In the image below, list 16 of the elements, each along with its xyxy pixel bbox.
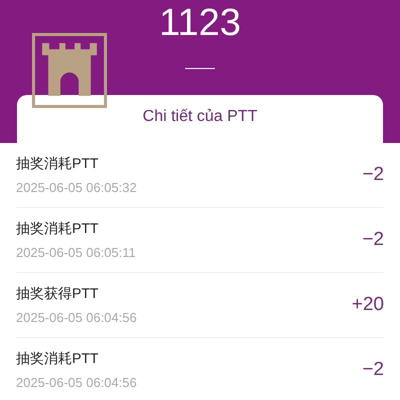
record-title: 抽奖获得PTT	[16, 285, 100, 303]
record-time: 2025-06-05 06:05:11	[16, 245, 136, 260]
balance-value: 1123	[159, 3, 241, 43]
record-title: 抽奖消耗PTT	[16, 350, 100, 368]
record-amount: −2	[362, 229, 384, 251]
record-amount: −2	[362, 359, 384, 381]
record-time: 2025-06-05 06:05:32	[16, 180, 137, 195]
record-title: 抽奖消耗PTT	[16, 220, 100, 238]
divider-dash	[185, 68, 215, 69]
record-title: 抽奖消耗PTT	[16, 155, 100, 173]
record-amount: +20	[352, 294, 384, 316]
card-title: Chi tiết của PTT	[142, 108, 258, 126]
record-time: 2025-06-05 06:04:56	[16, 310, 137, 325]
record-amount: −2	[362, 164, 384, 186]
record-time: 2025-06-05 06:04:56	[16, 375, 137, 390]
castle-gate-icon	[32, 33, 107, 108]
